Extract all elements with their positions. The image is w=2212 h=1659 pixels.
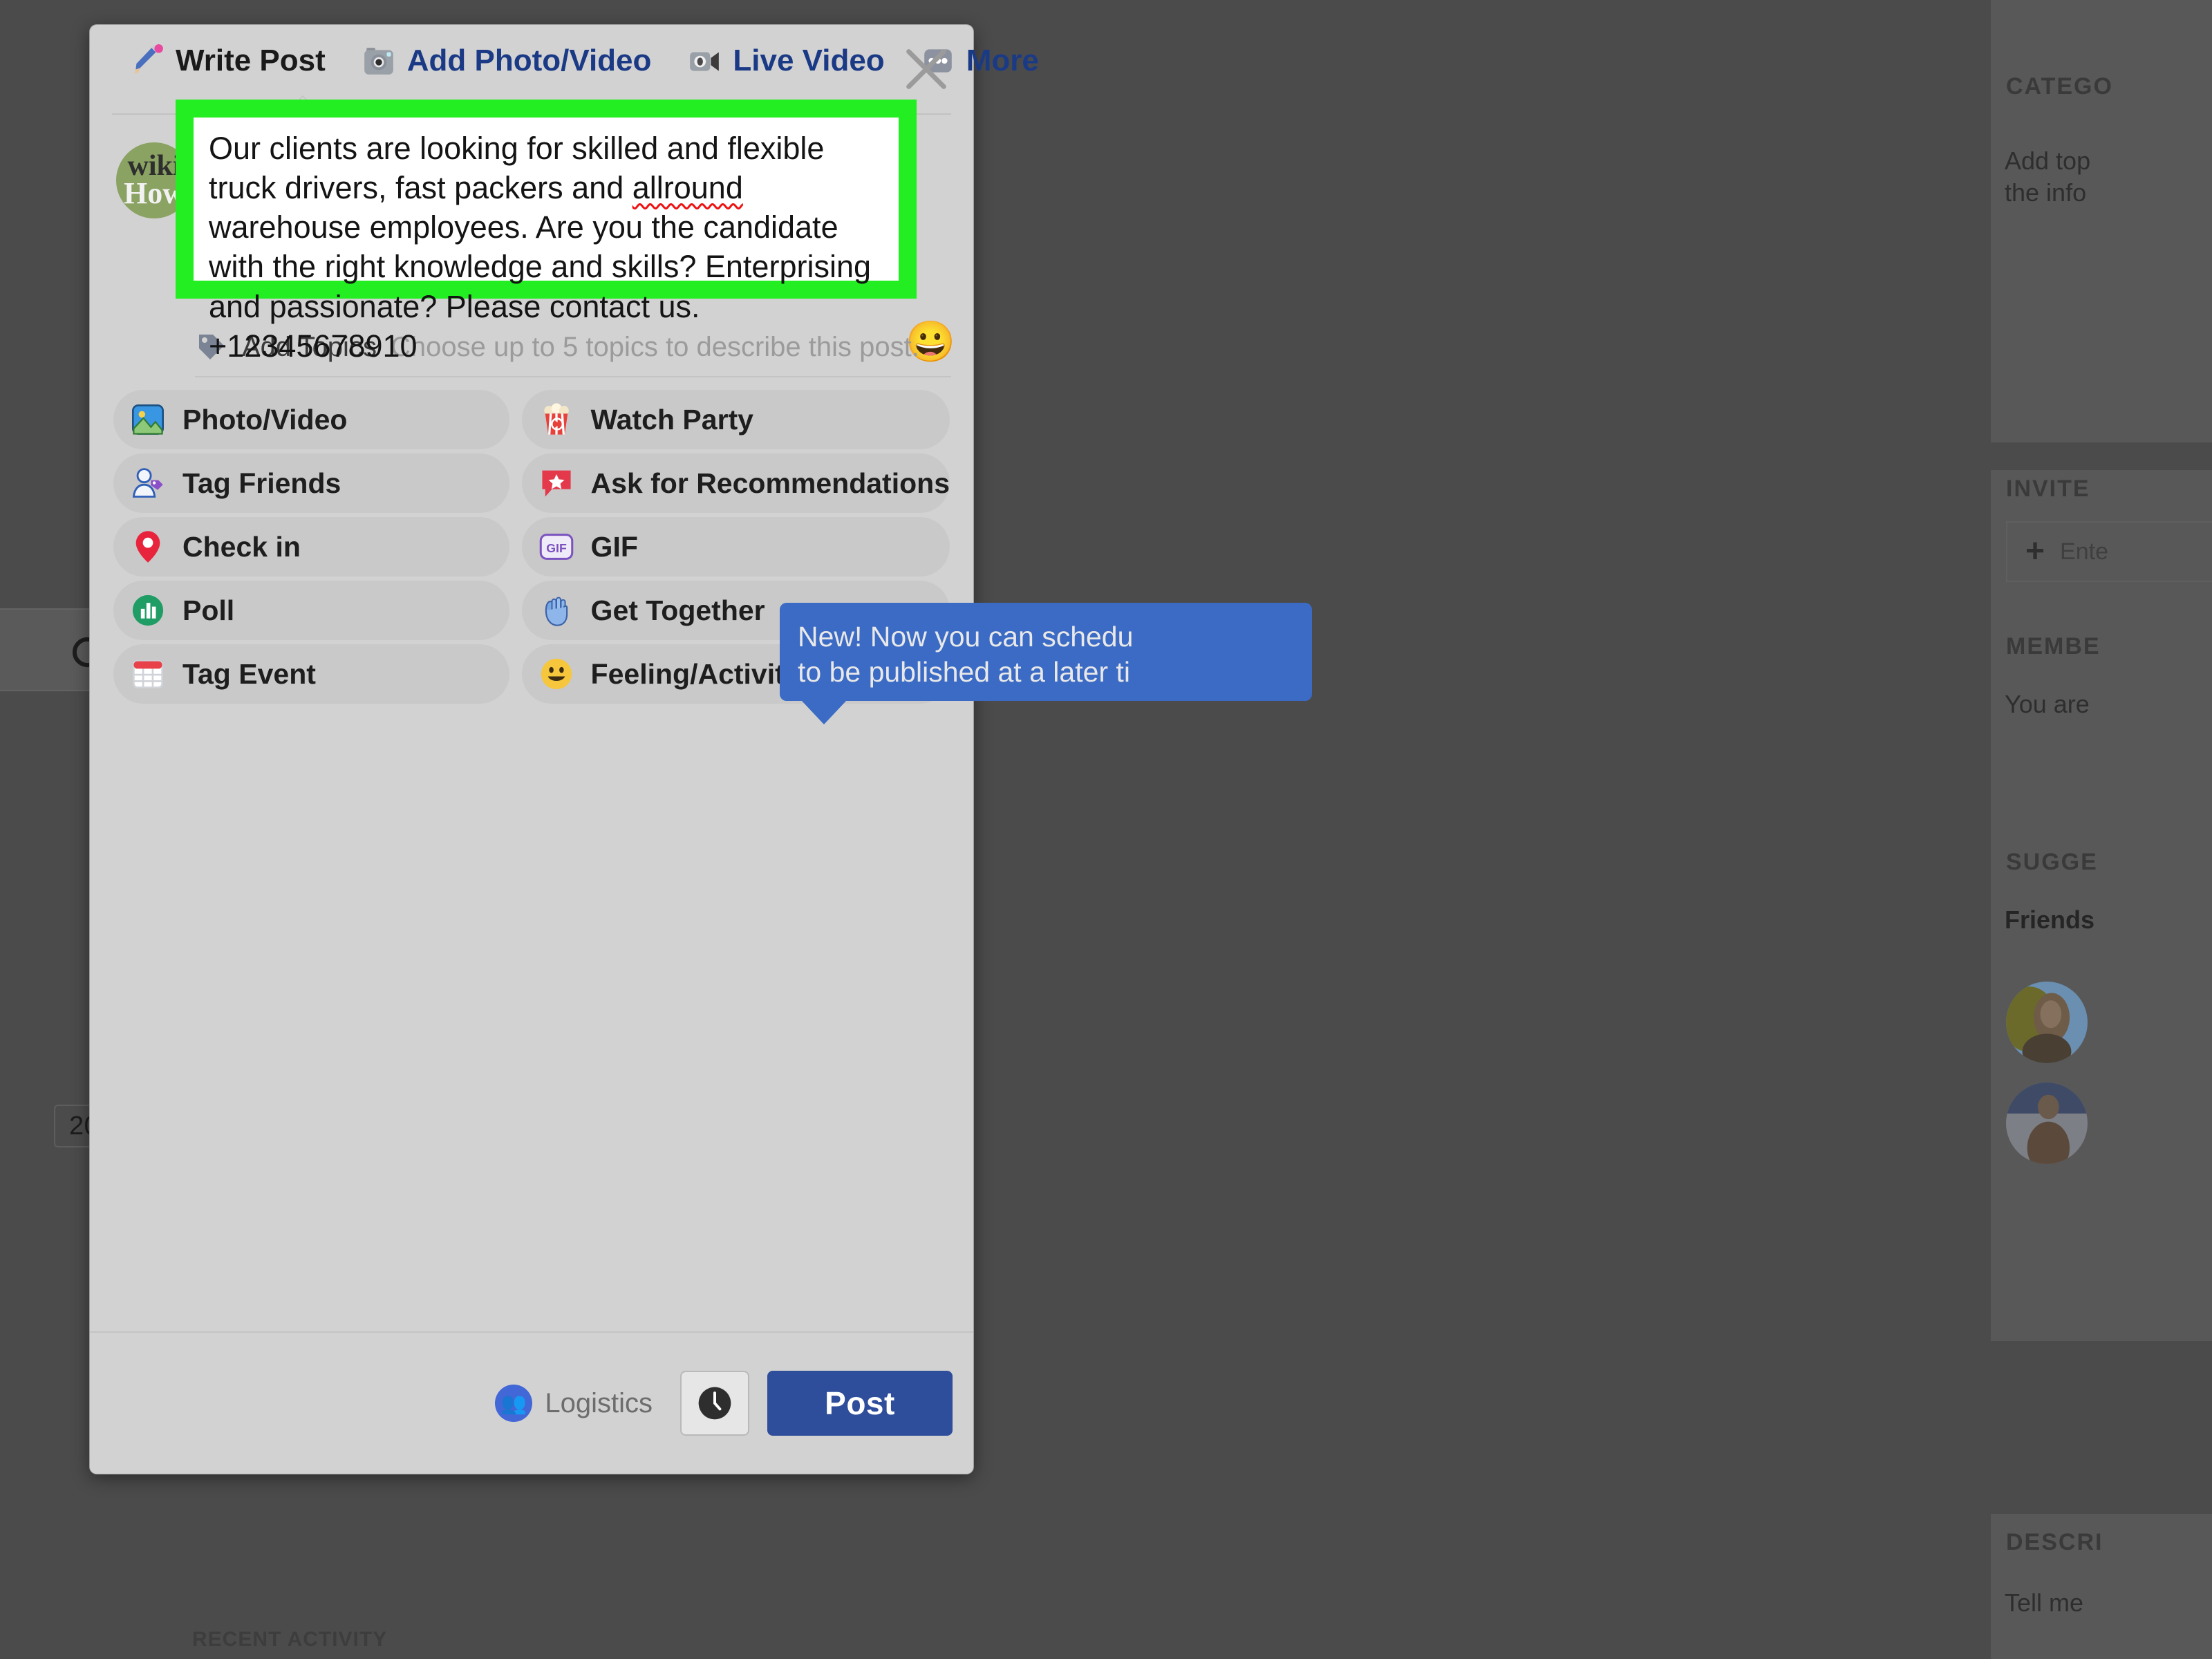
poll-icon bbox=[129, 591, 167, 630]
tab-write-post[interactable]: Write Post bbox=[112, 35, 344, 86]
invite-input-placeholder: Ente bbox=[2060, 538, 2108, 565]
calendar-icon bbox=[129, 655, 167, 693]
members-body: You are bbox=[2005, 688, 2090, 720]
sidebar-card-invite: INVITE + Ente MEMBE You are bbox=[1991, 470, 2212, 816]
action-photo-video[interactable]: Photo/Video bbox=[113, 390, 509, 449]
tab-more-label: More bbox=[966, 44, 1039, 78]
sidebar-card-description: DESCRI Tell me bbox=[1991, 1514, 2212, 1659]
action-photo-video-label: Photo/Video bbox=[182, 404, 347, 436]
add-topics-hint: Choose up to 5 topics to describe this p… bbox=[391, 332, 919, 363]
action-tag-event[interactable]: Tag Event bbox=[113, 644, 509, 704]
tab-live-video-label: Live Video bbox=[733, 44, 884, 78]
tooltip-line-1: New! Now you can schedu bbox=[798, 619, 1294, 655]
post-text-misspelled: allround bbox=[632, 170, 743, 205]
invite-input[interactable]: + Ente bbox=[2006, 521, 2212, 582]
dialog-tab-bar: Write Post Add Photo/Video Live Vide bbox=[90, 25, 973, 97]
action-get-together-label: Get Together bbox=[591, 594, 765, 627]
tab-write-post-label: Write Post bbox=[176, 44, 326, 78]
plus-icon: + bbox=[2025, 535, 2045, 568]
suggested-heading: SUGGE bbox=[2006, 849, 2098, 876]
clock-icon bbox=[695, 1384, 734, 1423]
recent-activity-label: RECENT ACTIVITY bbox=[192, 1628, 387, 1651]
action-watch-party-label: Watch Party bbox=[591, 404, 753, 436]
action-feeling-activity-label: Feeling/Activity bbox=[591, 658, 800, 691]
recommendation-icon bbox=[537, 464, 576, 503]
tab-add-photo-video-label: Add Photo/Video bbox=[407, 44, 652, 78]
action-gif[interactable]: GIF GIF bbox=[522, 517, 950, 577]
sidebar-card-suggested: SUGGE Friends bbox=[1991, 816, 2212, 1341]
action-poll[interactable]: Poll bbox=[113, 581, 509, 640]
create-post-dialog: Write Post Add Photo/Video Live Vide bbox=[90, 25, 973, 1474]
group-icon: 👥 bbox=[495, 1385, 532, 1422]
location-pin-icon bbox=[129, 527, 167, 566]
action-check-in-label: Check in bbox=[182, 531, 301, 563]
action-poll-label: Poll bbox=[182, 594, 234, 627]
post-text-input[interactable]: Our clients are looking for skilled and … bbox=[194, 118, 899, 281]
post-button[interactable]: Post bbox=[767, 1371, 953, 1436]
avatar[interactable] bbox=[2006, 1082, 2088, 1164]
action-tag-friends[interactable]: Tag Friends bbox=[113, 453, 509, 513]
highlight-annotation: Our clients are looking for skilled and … bbox=[176, 100, 917, 299]
schedule-post-button[interactable] bbox=[680, 1371, 749, 1436]
tooltip-line-2: to be published at a later ti bbox=[798, 655, 1294, 690]
gif-icon: GIF bbox=[537, 527, 576, 566]
suggested-subheading: Friends bbox=[2005, 904, 2094, 936]
categories-heading: CATEGO bbox=[2006, 73, 2113, 100]
description-body: Tell me bbox=[2005, 1587, 2083, 1619]
smiley-face-icon bbox=[537, 655, 576, 693]
audience-label: Logistics bbox=[545, 1388, 653, 1419]
categories-body: Add top the info bbox=[2005, 145, 2090, 209]
photo-video-icon bbox=[129, 400, 167, 439]
pencil-icon bbox=[130, 44, 165, 78]
description-heading: DESCRI bbox=[2006, 1529, 2103, 1556]
topics-separator bbox=[195, 376, 951, 377]
avatar[interactable] bbox=[2006, 982, 2088, 1063]
popcorn-icon bbox=[537, 400, 576, 439]
dialog-footer: 👥 Logistics Post bbox=[90, 1333, 973, 1474]
camera-icon bbox=[362, 44, 396, 78]
video-camera-icon bbox=[687, 44, 722, 78]
tab-add-photo-video[interactable]: Add Photo/Video bbox=[344, 35, 670, 86]
right-sidebar: CATEGO Add top the info INVITE + Ente ME… bbox=[1991, 0, 2212, 1658]
action-watch-party[interactable]: Watch Party bbox=[522, 390, 950, 449]
members-heading: MEMBE bbox=[2006, 633, 2101, 660]
audience-selector[interactable]: 👥 Logistics bbox=[495, 1385, 653, 1422]
action-gif-label: GIF bbox=[591, 531, 638, 563]
action-ask-recommendations[interactable]: Ask for Recommendations bbox=[522, 453, 950, 513]
tag-friends-icon bbox=[129, 464, 167, 503]
tab-live-video[interactable]: Live Video bbox=[669, 35, 902, 86]
invite-heading: INVITE bbox=[2006, 476, 2090, 503]
svg-text:GIF: GIF bbox=[546, 541, 567, 555]
action-check-in[interactable]: Check in bbox=[113, 517, 509, 577]
action-tag-friends-label: Tag Friends bbox=[182, 467, 341, 500]
tooltip-arrow-icon bbox=[802, 701, 846, 724]
sidebar-card-categories: CATEGO Add top the info bbox=[1991, 0, 2212, 442]
waving-hand-icon bbox=[537, 591, 576, 630]
close-icon[interactable] bbox=[900, 43, 953, 95]
action-ask-recommendations-label: Ask for Recommendations bbox=[591, 467, 950, 500]
schedule-tooltip: New! Now you can schedu to be published … bbox=[780, 603, 1312, 701]
action-tag-event-label: Tag Event bbox=[182, 658, 316, 691]
